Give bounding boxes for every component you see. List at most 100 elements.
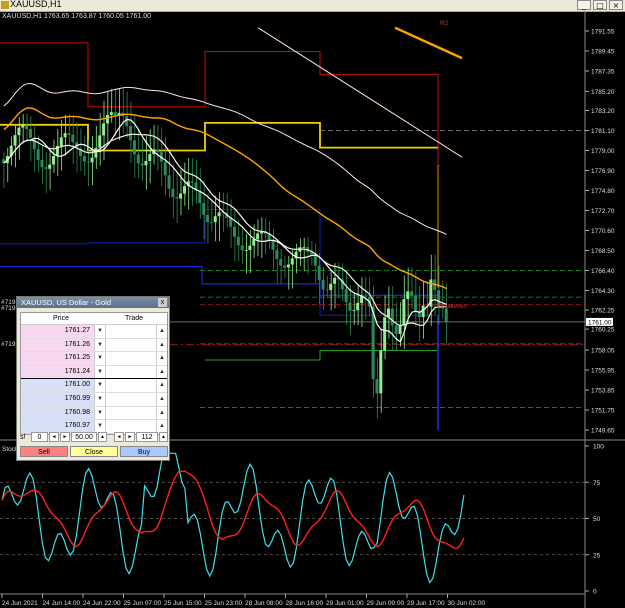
candle-body [105, 114, 109, 124]
dropdown-icon[interactable]: ▼ [94, 352, 106, 365]
dropdown-icon[interactable]: ▼ [94, 392, 106, 406]
price-label: 1768.50 [591, 248, 615, 255]
minimize-button[interactable]: _ [577, 0, 591, 10]
time-label: 24 Jun 14:00 [43, 600, 81, 607]
lot-size-input[interactable]: 50.00 [71, 432, 97, 442]
up-arrow-icon[interactable]: ▲ [156, 379, 167, 392]
trade-field[interactable] [106, 366, 156, 379]
candle-body [379, 350, 383, 394]
candle-body [233, 226, 236, 237]
candle-body [236, 236, 240, 246]
time-label: 24 Jun 22:00 [83, 600, 121, 607]
price-axis: 1791.55 1789.45 1787.35 1785.20 1783.20 1781.… [585, 28, 615, 435]
stochastic-indicator: 100 75 50 25 0 [0, 444, 604, 596]
candle-body [394, 325, 398, 334]
candle-body [356, 302, 360, 311]
price-label: 1760.25 [591, 327, 615, 334]
candle-body [398, 325, 402, 334]
candle-body [148, 154, 152, 162]
up-arrow-icon[interactable]: ▲ [156, 325, 167, 338]
increase-button[interactable]: ► [125, 432, 135, 442]
dropdown-icon[interactable]: ▼ [94, 338, 106, 352]
ask-price: 1761.27 [21, 325, 94, 338]
close-window-button[interactable]: × [609, 0, 623, 10]
time-label: 29 Jun 01:00 [326, 600, 364, 607]
candle-body [283, 265, 287, 268]
price-label: 1762.25 [591, 308, 615, 315]
time-label: 25 Jun 23:00 [205, 600, 243, 607]
stoch-level-label: 0 [593, 589, 597, 596]
up-arrow-icon[interactable]: ▲ [156, 406, 167, 420]
dropdown-icon[interactable]: ▼ [94, 406, 106, 420]
bid-row[interactable]: 1761.00 ▼ ▲ [21, 379, 167, 393]
decrease-button[interactable]: ◄ [49, 432, 59, 442]
candle-body [390, 308, 394, 326]
candle-body [240, 245, 244, 251]
maximize-button[interactable]: □ [593, 0, 607, 10]
price-label: 1766.40 [591, 268, 615, 275]
bid-row[interactable]: 1760.98 ▼ ▲ [21, 406, 167, 421]
ladder-header: Price Trade [21, 313, 167, 325]
increase-button[interactable]: ► [60, 432, 70, 442]
trade-column-header: Trade [124, 315, 144, 322]
ma-upper-band [394, 26, 463, 60]
candle-body [344, 289, 348, 303]
candle-body [375, 379, 379, 394]
candle-body [102, 123, 106, 136]
ask-row[interactable]: 1761.26 ▼ ▲ [21, 338, 167, 353]
up-arrow-icon[interactable]: ▲ [156, 338, 167, 352]
bid-price: 1761.00 [21, 379, 94, 392]
lot-stepper-icon[interactable]: ▲ [98, 432, 107, 442]
candle-body [333, 277, 337, 284]
close-position-button[interactable]: Close [70, 446, 118, 457]
trade-field[interactable] [106, 325, 156, 338]
ask-price: 1761.26 [21, 338, 94, 352]
ask-row[interactable]: 1761.27 ▼ ▲ [21, 325, 167, 339]
up-arrow-icon[interactable]: ▲ [156, 392, 167, 406]
ask-price: 1761.25 [21, 352, 94, 365]
decrease-button[interactable]: ◄ [114, 432, 124, 442]
candle-body [52, 156, 56, 165]
dropdown-icon[interactable]: ▼ [94, 325, 106, 338]
candle-body [156, 149, 159, 153]
time-label: 25 Jun 07:00 [124, 600, 162, 607]
panel-title-text: XAUUSD, US Dollar - Gold [21, 298, 112, 307]
stop-prefix: sl [20, 433, 26, 441]
candle-body [40, 159, 44, 168]
current-price-label: 1761.00 [588, 319, 612, 326]
time-axis: 24 Jun 2021 24 Jun 14:00 24 Jun 22:00 25 Ju… [1, 594, 485, 607]
trade-field[interactable] [106, 407, 156, 420]
annotation-breakeven: Breakeven [438, 304, 467, 310]
sell-button[interactable]: Sell [20, 446, 68, 457]
buy-button[interactable]: Buy [120, 446, 168, 457]
ask-row[interactable]: 1761.24 ▼ ▲ [21, 365, 167, 380]
price-ladder: Price Trade 1761.27 ▼ ▲ 1761.26 ▼ ▲ 1761.25 ▼… [20, 312, 168, 435]
candle-body [28, 129, 32, 138]
candle-body [383, 317, 387, 351]
take-input[interactable]: 112 [136, 432, 158, 442]
bid-price: 1760.99 [21, 392, 94, 406]
dropdown-icon[interactable]: ▼ [94, 365, 106, 379]
trade-field[interactable] [106, 352, 156, 365]
dropdown-icon[interactable]: ▼ [94, 379, 106, 392]
candle-body [256, 233, 260, 240]
trade-field[interactable] [106, 339, 156, 352]
trade-field[interactable] [106, 379, 156, 392]
candle-body [348, 302, 352, 311]
time-label: 28 Jun 16:00 [286, 600, 324, 607]
panel-close-button[interactable]: x [158, 298, 167, 307]
candle-body [59, 137, 63, 146]
up-arrow-icon[interactable]: ▲ [156, 365, 167, 379]
stop-input[interactable]: 0 [31, 432, 48, 442]
candle-body [98, 135, 102, 148]
candle-body [167, 175, 171, 189]
ask-row[interactable]: 1761.25 ▼ ▲ [21, 352, 167, 366]
up-arrow-icon[interactable]: ▲ [156, 352, 167, 365]
candle-body [325, 289, 329, 291]
bid-row[interactable]: 1760.99 ▼ ▲ [21, 392, 167, 407]
trade-field[interactable] [106, 393, 156, 406]
chart-info-text: XAUUSD,H1 1763.65 1763.87 1760.05 1761.0… [2, 13, 152, 20]
one-click-trading-panel[interactable]: XAUUSD, US Dollar - Gold x Price Trade 1… [16, 296, 170, 461]
take-stepper-icon[interactable]: ▲ [159, 432, 168, 442]
pivot-line [0, 266, 438, 296]
